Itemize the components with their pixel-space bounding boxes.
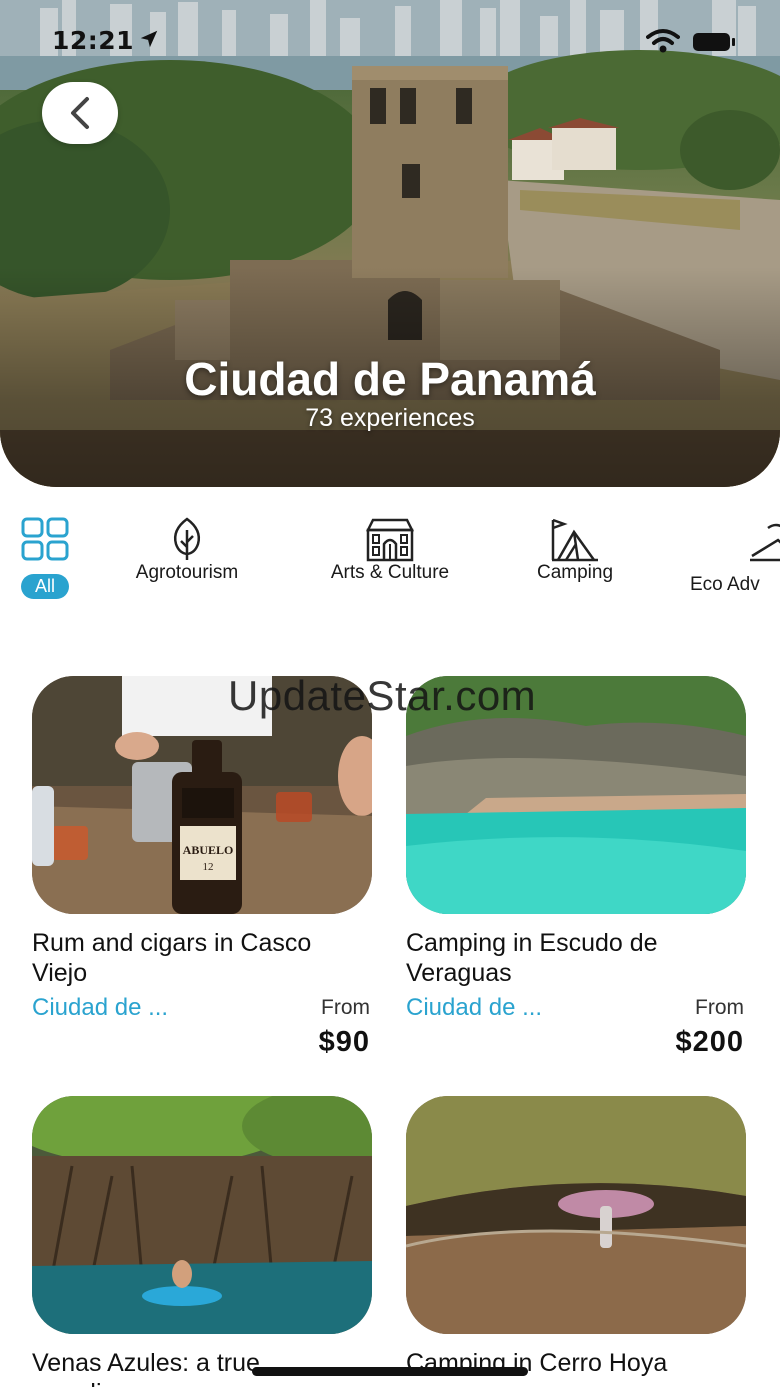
mountain-icon [750,523,780,562]
category-label: Arts & Culture [330,562,450,583]
hero-banner: 12:21 Ciudad de Panamá 73 experiences [0,0,780,487]
experience-count: 73 experiences [305,404,475,432]
experience-image [32,1096,372,1334]
grid-icon [21,517,69,561]
status-bar: 12:21 [0,22,780,62]
category-arts-culture[interactable]: Arts & Culture [312,512,468,612]
price-prefix: From [321,996,370,1019]
experience-image [406,1096,746,1334]
category-all[interactable]: All [8,512,82,612]
page-title: Ciudad de Panamá [184,353,596,405]
experience-card[interactable]: Venas Azules: a true paradise [32,1096,372,1387]
category-label: All [20,574,69,599]
wifi-icon [646,29,680,53]
category-label: Eco Adv [690,574,760,595]
category-eco-adventure[interactable]: Eco Adv [686,512,780,612]
experience-price: $200 [675,1026,744,1058]
battery-icon [693,33,735,51]
chevron-left-icon [71,97,89,129]
leaf-icon [173,517,201,560]
experience-card[interactable]: Camping in Cerro Hoya [406,1096,746,1378]
home-indicator[interactable] [252,1367,528,1376]
watermark: UpdateStar.com [228,672,537,719]
location-arrow-icon [140,30,158,48]
back-button[interactable] [42,82,118,144]
category-filter-bar: All Agrotourism Arts & Culture Camping E… [0,512,780,612]
experience-card[interactable]: ABUELO 12 Rum and cigars in Casco Viejo … [32,676,372,1059]
experience-card[interactable]: Camping in Escudo de Veraguas Ciudad de … [406,676,746,1059]
experience-location[interactable]: Ciudad de ... [406,994,542,1022]
status-time: 12:21 [52,26,135,55]
category-label: Agrotourism [135,562,239,583]
building-icon [365,518,415,562]
price-prefix: From [695,996,744,1019]
experience-title: Rum and cigars in Casco Viejo [32,929,312,987]
svg-text:12: 12 [203,861,214,873]
experience-location[interactable]: Ciudad de ... [32,994,168,1022]
svg-text:ABUELO: ABUELO [183,843,234,857]
tent-icon [551,518,598,562]
category-label: Camping [536,562,614,583]
category-camping[interactable]: Camping [520,512,630,612]
category-agrotourism[interactable]: Agrotourism [116,512,258,612]
experience-price: $90 [318,1026,370,1058]
experience-title: Camping in Escudo de Veraguas [406,929,658,987]
